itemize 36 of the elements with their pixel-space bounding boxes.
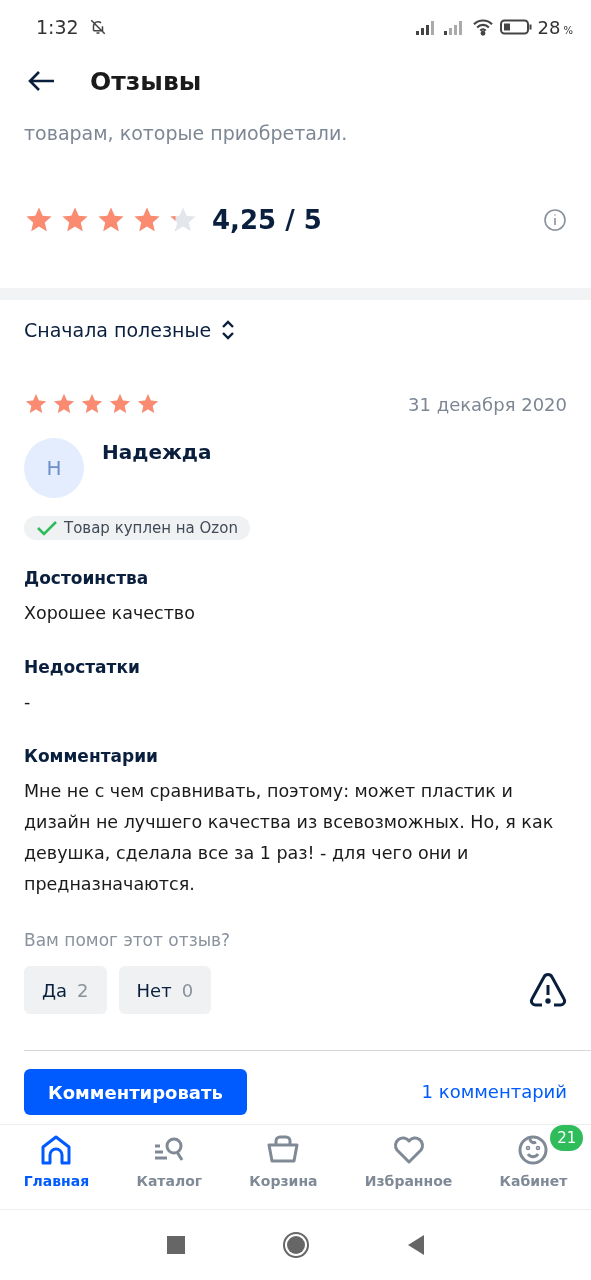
vote-button[interactable]: Нет 0 bbox=[118, 966, 212, 1014]
home-button[interactable] bbox=[281, 1231, 310, 1259]
bell-off-icon bbox=[88, 18, 107, 36]
tab-item[interactable]: Корзина bbox=[249, 1133, 318, 1209]
section-text: Хорошее качество bbox=[24, 602, 196, 625]
page-title: Отзывы bbox=[90, 66, 202, 96]
sort-chevron-icon bbox=[221, 320, 236, 340]
rating-score: 4,25 / 5 bbox=[212, 205, 322, 235]
section-text: - bbox=[24, 691, 32, 714]
battery-icon bbox=[499, 19, 532, 35]
battery-percent: 28 % bbox=[537, 16, 573, 38]
status-time: 1:32 bbox=[36, 16, 79, 38]
section-heading: Достоинства bbox=[24, 568, 150, 588]
avatar: Н bbox=[24, 438, 84, 498]
info-icon[interactable] bbox=[543, 208, 567, 232]
warning-icon[interactable] bbox=[529, 973, 567, 1007]
home-icon bbox=[39, 1133, 74, 1167]
section-heading: Недостатки bbox=[24, 657, 141, 677]
intro-text: товарам, которые приобретали. bbox=[24, 122, 349, 144]
section-text: Мне не с чем сравнивать, поэтому: может пластик и дизайн не лучшего качества из всевозможных. Но, я как девушка, сделала все за 1 раз! - для чего они и предназначаются. bbox=[24, 780, 555, 896]
comments-link[interactable]: 1 комментарий bbox=[421, 1081, 567, 1102]
check-icon bbox=[36, 519, 58, 537]
author-name: Надежда bbox=[102, 440, 212, 464]
vote-button[interactable]: Да 2 bbox=[24, 966, 107, 1014]
review-date: 31 декабря 2020 bbox=[408, 393, 567, 415]
tab-item[interactable]: Каталог bbox=[136, 1133, 203, 1209]
badge-text: Товар куплен на Ozon bbox=[64, 519, 238, 537]
sort-dropdown[interactable]: Сначала полезные bbox=[0, 316, 591, 344]
recents-button[interactable] bbox=[165, 1235, 186, 1255]
tab-item[interactable]: Главная bbox=[23, 1133, 90, 1209]
wifi-icon bbox=[471, 18, 494, 36]
helpful-question: Вам помог этот отзыв? bbox=[24, 930, 232, 950]
comment-button[interactable]: Комментировать bbox=[24, 1069, 247, 1115]
notification-badge: 21 bbox=[550, 1125, 584, 1151]
section-heading: Комментарии bbox=[24, 746, 159, 766]
tab-item[interactable]: Избранное bbox=[364, 1133, 453, 1209]
